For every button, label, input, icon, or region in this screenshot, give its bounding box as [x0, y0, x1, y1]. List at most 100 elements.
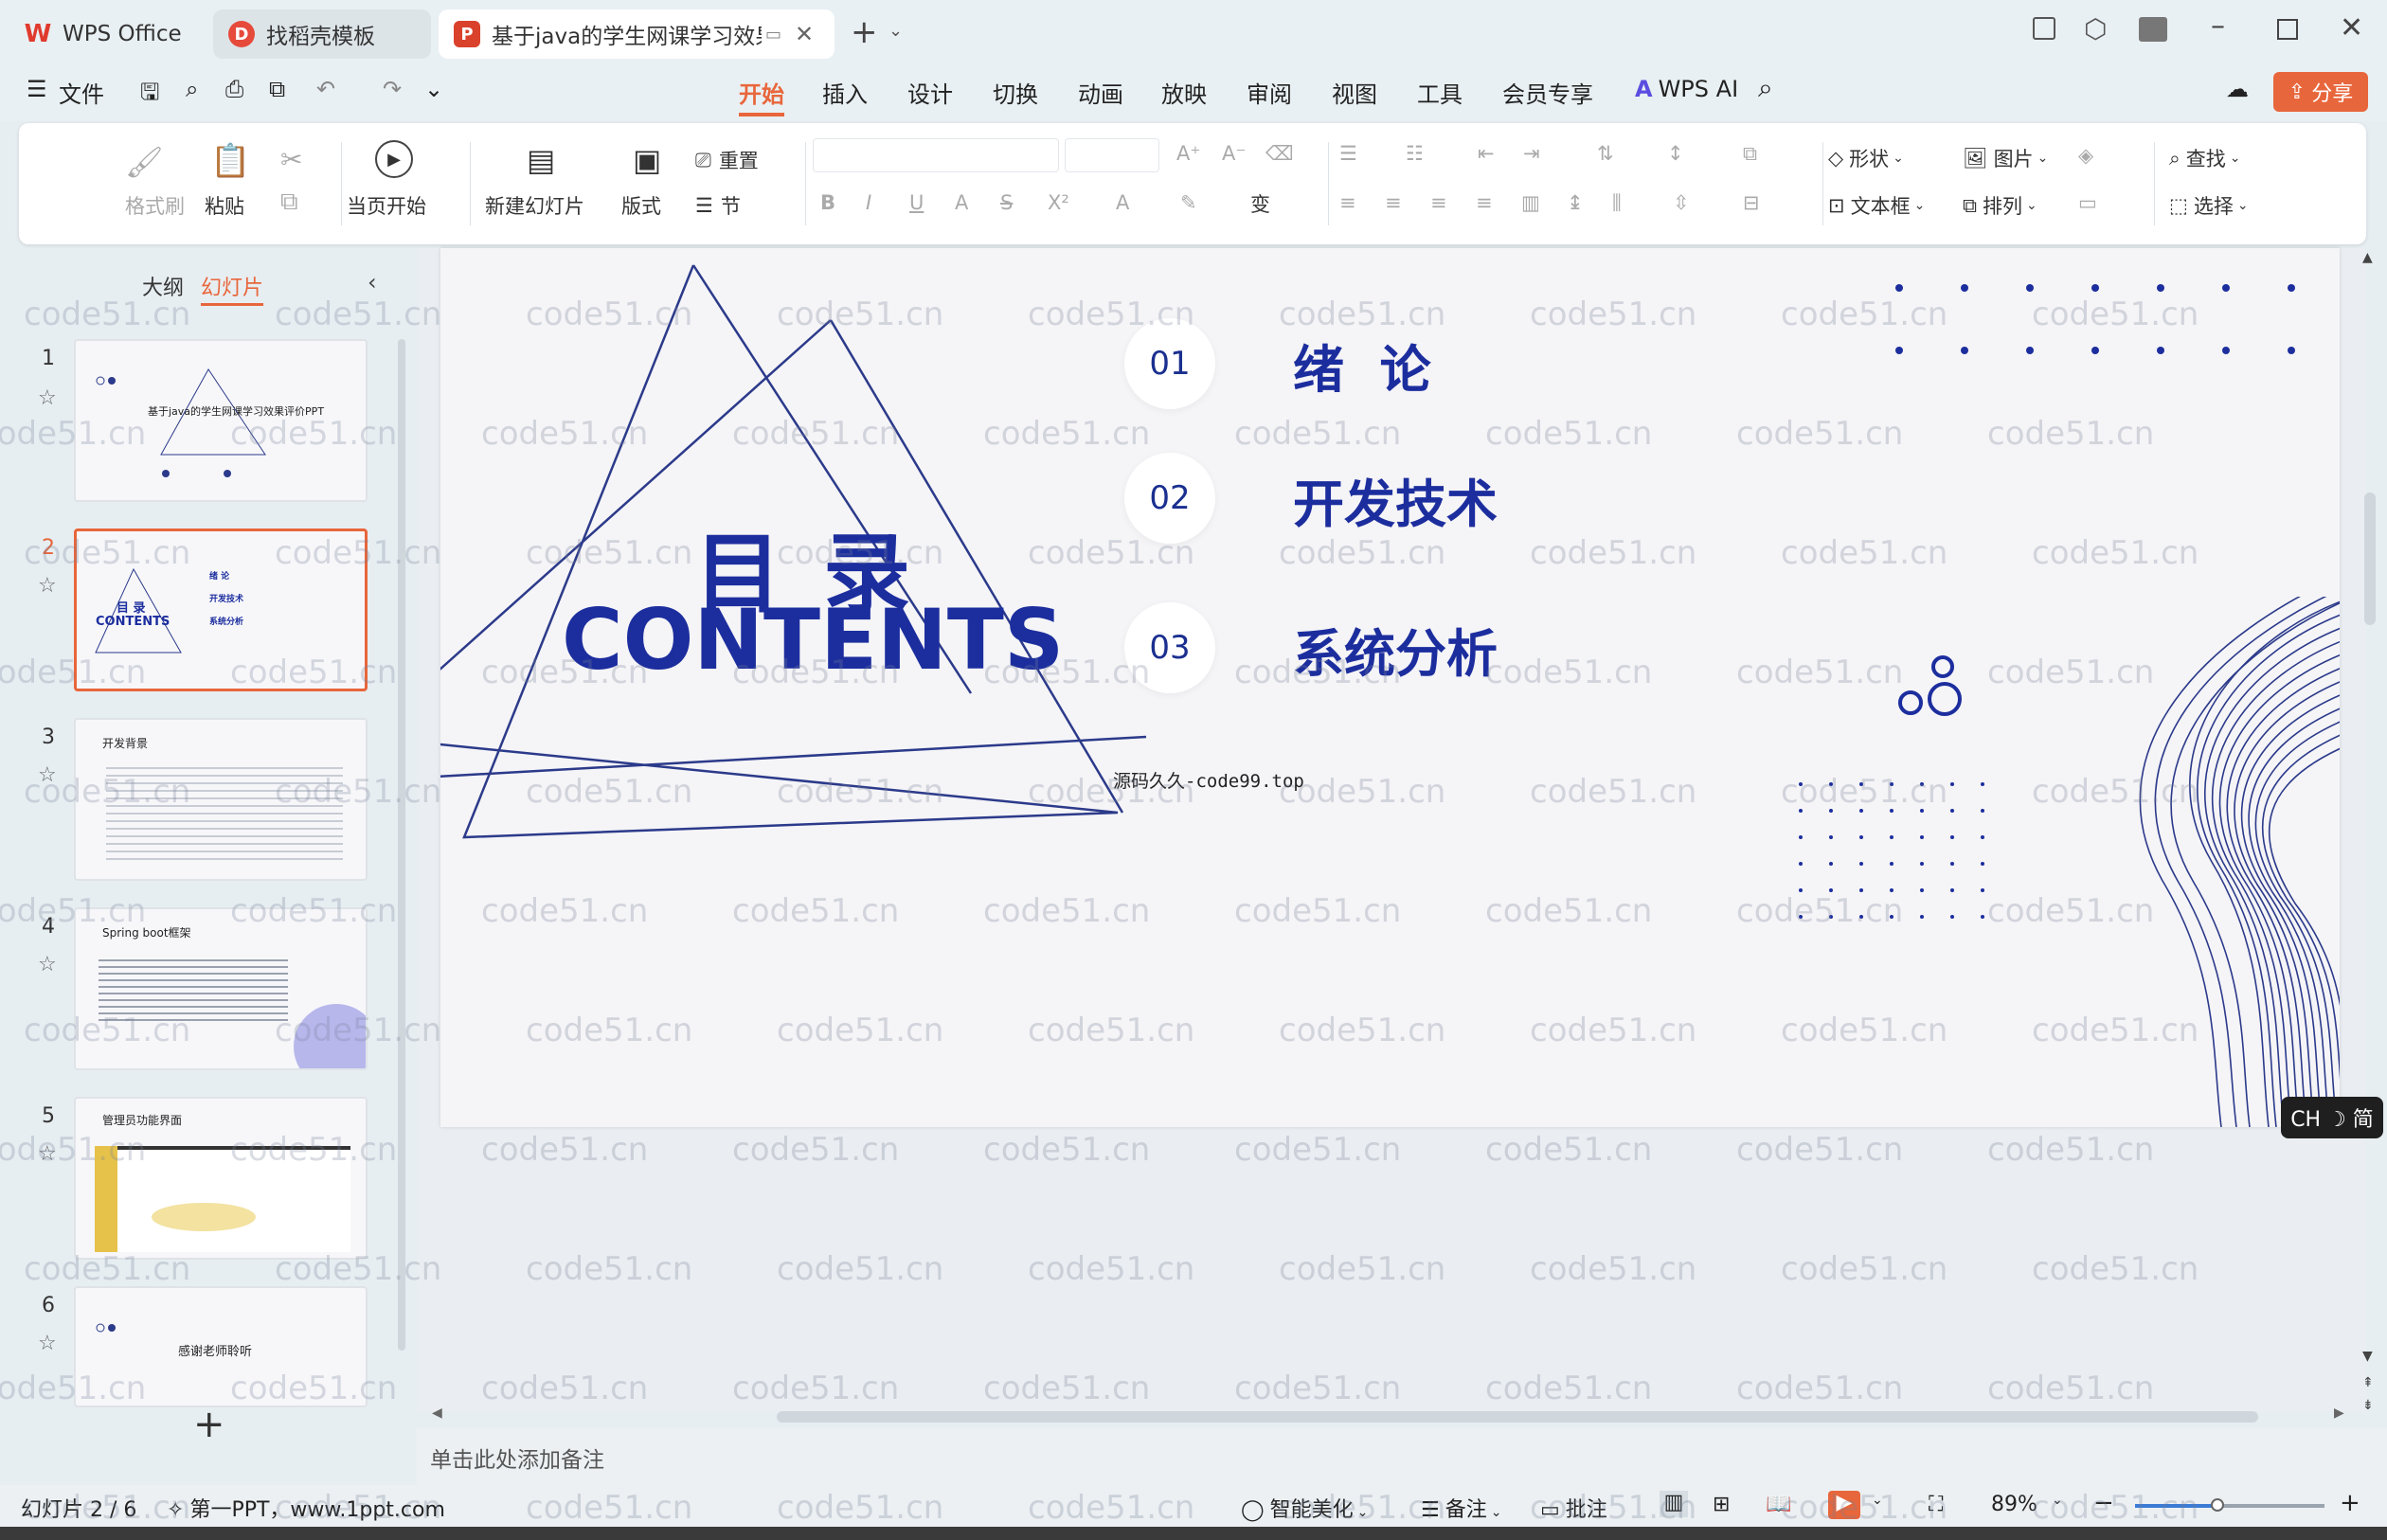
slide-thumbnail-2[interactable]: 目 录 CONTENTS 绪 论 开发技术 系统分析: [74, 528, 368, 691]
close-window-icon[interactable]: ✕: [2340, 11, 2363, 45]
cut-icon[interactable]: ✂: [280, 144, 302, 175]
shape-button[interactable]: ◇ 形状 ⌄: [1828, 144, 1904, 172]
find-button[interactable]: ⌕ 查找 ⌄: [2169, 144, 2241, 172]
start-from-current-button[interactable]: 当页开始: [347, 191, 426, 220]
maximize-icon[interactable]: [2277, 19, 2298, 40]
decrease-font-icon[interactable]: A⁻: [1222, 142, 1246, 165]
quick-access-chevron-icon[interactable]: ⌄: [424, 76, 443, 102]
font-color-icon[interactable]: A: [1116, 191, 1129, 214]
paragraph-spacing-icon[interactable]: ↨: [1567, 191, 1584, 214]
slide[interactable]: 目 录 CONTENTS 01 绪 论 02 开发技术 03 系统分析 源码久久…: [440, 248, 2340, 1127]
outdent-icon[interactable]: ⇤: [1478, 142, 1495, 165]
star-icon[interactable]: ☆: [38, 763, 57, 787]
slide-thumbnail-6[interactable]: 感谢老师聆听: [74, 1286, 368, 1407]
item-number-02[interactable]: 02: [1124, 453, 1215, 544]
tab-document[interactable]: P 基于java的学生网课学习效果 ▭ ✕: [439, 9, 835, 59]
horizontal-scrollbar[interactable]: [777, 1411, 2258, 1423]
save-icon[interactable]: 🖫: [140, 76, 159, 115]
layout-button[interactable]: 版式: [621, 191, 661, 220]
slide-subtitle[interactable]: CONTENTS: [562, 591, 1064, 689]
slide-thumbnail-5[interactable]: 管理员功能界面: [74, 1097, 368, 1260]
tab-list-chevron-icon[interactable]: ⌄: [888, 21, 903, 41]
zoom-chevron-icon[interactable]: ⌄: [2052, 1493, 2063, 1508]
tab-outline[interactable]: 大纲: [142, 271, 184, 301]
wps-ai-button[interactable]: A WPS AI: [1635, 76, 1738, 102]
new-slide-icon[interactable]: ▤: [527, 142, 555, 178]
zoom-in-icon[interactable]: +: [2340, 1489, 2360, 1517]
menu-animation[interactable]: 动画: [1078, 76, 1123, 109]
text-direction-icon[interactable]: ⇅: [1597, 142, 1614, 165]
tab-wps-office[interactable]: W WPS Office: [9, 9, 204, 59]
menu-review[interactable]: 审阅: [1247, 76, 1292, 109]
menu-tools[interactable]: 工具: [1417, 76, 1463, 109]
line-spacing-icon[interactable]: ↕: [1667, 142, 1684, 165]
star-icon[interactable]: ☆: [38, 574, 57, 598]
theme-info[interactable]: ✧ 第一PPT，www.1ppt.com: [167, 1493, 445, 1523]
zoom-slider-handle[interactable]: [2211, 1498, 2224, 1512]
collapse-panel-icon[interactable]: ‹: [368, 269, 377, 295]
textbox-button[interactable]: ⊡ 文本框 ⌄: [1828, 191, 1925, 220]
menu-home[interactable]: 开始: [739, 76, 784, 116]
print-preview-icon[interactable]: ⧉: [269, 76, 285, 102]
horizontal-scroll-right-icon[interactable]: ▶: [2334, 1406, 2344, 1421]
paste-button[interactable]: 📋: [210, 142, 250, 180]
item-label-01[interactable]: 绪 论: [1293, 328, 1431, 403]
prev-slide-icon[interactable]: ⇞: [2362, 1375, 2374, 1390]
notes-toggle-button[interactable]: ☰ 备注 ⌄: [1421, 1493, 1501, 1523]
arrange-button[interactable]: ⧉ 排列 ⌄: [1963, 191, 2037, 220]
menu-insert[interactable]: 插入: [822, 76, 868, 109]
comments-button[interactable]: ▭ 批注: [1540, 1493, 1607, 1523]
slide-thumbnail-1[interactable]: 基于java的学生网课学习效果评价PPT: [74, 339, 368, 502]
tab-template[interactable]: D 找稻壳模板: [213, 9, 431, 59]
menu-slideshow[interactable]: 放映: [1161, 76, 1207, 109]
distribute-icon[interactable]: ▥: [1521, 191, 1540, 214]
increase-font-icon[interactable]: A⁺: [1176, 142, 1200, 165]
zoom-out-icon[interactable]: −: [2093, 1489, 2114, 1517]
layout-icon[interactable]: ▣: [633, 142, 661, 178]
superscript-icon[interactable]: X²: [1048, 191, 1069, 214]
cloud-icon[interactable]: ☁: [2226, 76, 2249, 102]
convert-icon[interactable]: ⧉: [1743, 142, 1757, 166]
menu-transition[interactable]: 切换: [993, 76, 1038, 109]
section-button[interactable]: ☰ 节: [695, 191, 741, 220]
font-family-select[interactable]: [813, 138, 1059, 172]
search-icon[interactable]: ⌕: [1758, 72, 1773, 104]
share-button[interactable]: ⇪ 分享: [2273, 72, 2368, 112]
play-icon[interactable]: ▶: [375, 140, 413, 178]
menu-view[interactable]: 视图: [1332, 76, 1377, 109]
menu-file[interactable]: 文件: [59, 76, 104, 109]
canvas-scrollbar[interactable]: [2364, 492, 2376, 625]
phonetic-icon[interactable]: 变: [1250, 189, 1270, 218]
add-slide-icon[interactable]: +: [193, 1406, 225, 1443]
minimize-icon[interactable]: –: [2211, 9, 2225, 43]
monitor-icon[interactable]: ▭: [765, 25, 781, 45]
highlight-icon[interactable]: ✎: [1180, 191, 1197, 214]
slideshow-button[interactable]: ▶: [1828, 1491, 1860, 1519]
redo-icon[interactable]: ↷: [383, 76, 402, 102]
panel-scrollbar[interactable]: [398, 339, 405, 1351]
undo-icon[interactable]: ↶: [316, 76, 335, 102]
underline-icon[interactable]: U: [909, 191, 924, 214]
scroll-down-icon[interactable]: ▼: [2362, 1349, 2373, 1364]
columns-icon[interactable]: ⫼: [1612, 191, 1622, 215]
link-icon[interactable]: ⌕: [186, 76, 198, 102]
menu-design[interactable]: 设计: [907, 76, 953, 109]
italic-icon[interactable]: I: [866, 191, 871, 214]
star-icon[interactable]: ☆: [38, 953, 57, 976]
select-button[interactable]: ⬚ 选择 ⌄: [2169, 191, 2249, 220]
zoom-level[interactable]: 89%: [1991, 1493, 2037, 1516]
bold-icon[interactable]: B: [820, 191, 835, 214]
new-tab-icon[interactable]: +: [851, 13, 878, 51]
tab-slides[interactable]: 幻灯片: [201, 271, 264, 306]
clear-format-icon[interactable]: ⌫: [1265, 142, 1294, 165]
vertical-align-icon[interactable]: ⇳: [1673, 191, 1690, 214]
print-icon[interactable]: ⎙: [225, 76, 243, 102]
star-icon[interactable]: ☆: [38, 1332, 57, 1355]
justify-icon[interactable]: ≡: [1476, 191, 1493, 214]
outline-icon[interactable]: ▭: [2078, 191, 2097, 214]
hamburger-icon[interactable]: ☰: [27, 76, 47, 102]
window-layout-icon[interactable]: [2033, 17, 2055, 40]
menu-vip[interactable]: 会员专享: [1502, 76, 1593, 109]
horizontal-scroll-left-icon[interactable]: ◀: [432, 1406, 442, 1421]
copy-icon[interactable]: ⧉: [280, 188, 298, 217]
